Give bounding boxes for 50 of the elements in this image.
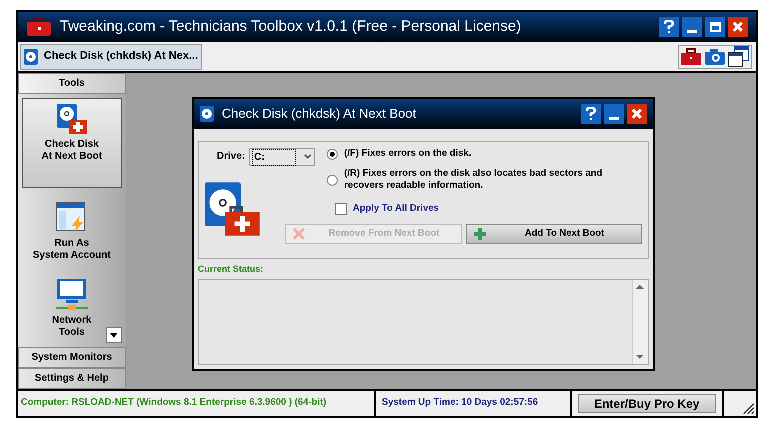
option-label: (/R) Fixes errors on the disk also locates bad sectors and recovers readable information.: [344, 168, 604, 192]
scroll-down-button[interactable]: [106, 327, 122, 343]
status-label: Current Status:: [198, 263, 264, 276]
tool-button[interactable]: Network Tools: [22, 275, 122, 344]
toolbox-icon[interactable]: [680, 48, 702, 66]
resize-grip-icon[interactable]: [742, 402, 754, 414]
radio-button[interactable]: [327, 174, 338, 186]
minimize-button[interactable]: [682, 17, 702, 37]
scrollbar[interactable]: [632, 280, 648, 364]
window-lightning-icon: [56, 202, 88, 234]
disk-repair-icon: [56, 103, 88, 135]
disk-repair-icon: [205, 182, 263, 238]
tool-button[interactable]: Run As System Account: [22, 198, 122, 266]
tab[interactable]: Check Disk (chkdsk) At Nex...: [20, 44, 202, 70]
computer-icon: [56, 279, 88, 312]
maximize-button[interactable]: [705, 17, 725, 37]
cross-icon: [292, 227, 306, 242]
help-icon: [586, 107, 596, 121]
computer-info: Computer: RSLOAD-NET (Windows 8.1 Enterprise 6.3.9600 ) (64-bit): [21, 396, 327, 410]
window-title: Tweaking.com - Technicians Toolbox v1.0.1 (Free - Personal License): [60, 16, 522, 37]
option-label: (/F) Fixes errors on the disk.: [344, 148, 472, 160]
action-button[interactable]: Add To Next Boot: [466, 224, 642, 244]
caret-icon: [304, 154, 312, 160]
caret-icon: [110, 332, 118, 338]
checkbox[interactable]: [335, 203, 347, 216]
plus-icon: [472, 227, 486, 242]
section-tab[interactable]: System Monitors: [18, 347, 126, 368]
close-button[interactable]: [728, 17, 748, 37]
checkbox-label: Apply To All Drives: [353, 202, 440, 216]
drive-dropdown[interactable]: C:: [249, 148, 316, 166]
camera-icon[interactable]: [704, 48, 726, 66]
tool-button[interactable]: Check Disk At Next Boot: [22, 98, 122, 188]
close-icon: [631, 108, 643, 120]
help-button[interactable]: [659, 17, 679, 37]
close-button[interactable]: [627, 104, 647, 124]
windows-icon[interactable]: [728, 46, 750, 68]
help-icon: [664, 20, 674, 34]
drive-label: Drive:: [217, 150, 246, 164]
section-tab[interactable]: Settings & Help: [18, 368, 126, 389]
radio-button[interactable]: [327, 148, 338, 160]
minimize-button[interactable]: [604, 104, 624, 124]
help-button[interactable]: [581, 104, 601, 124]
toolbox-icon: [26, 18, 52, 36]
pro-key-button[interactable]: Enter/Buy Pro Key: [578, 394, 716, 413]
section-tab[interactable]: Tools: [18, 73, 126, 94]
disk-icon: [200, 106, 214, 122]
close-icon: [732, 21, 744, 33]
dialog-title: Check Disk (chkdsk) At Next Boot: [222, 105, 416, 124]
disk-icon: [24, 48, 38, 64]
uptime-info: System Up Time: 10 Days 02:57:56: [382, 396, 538, 410]
